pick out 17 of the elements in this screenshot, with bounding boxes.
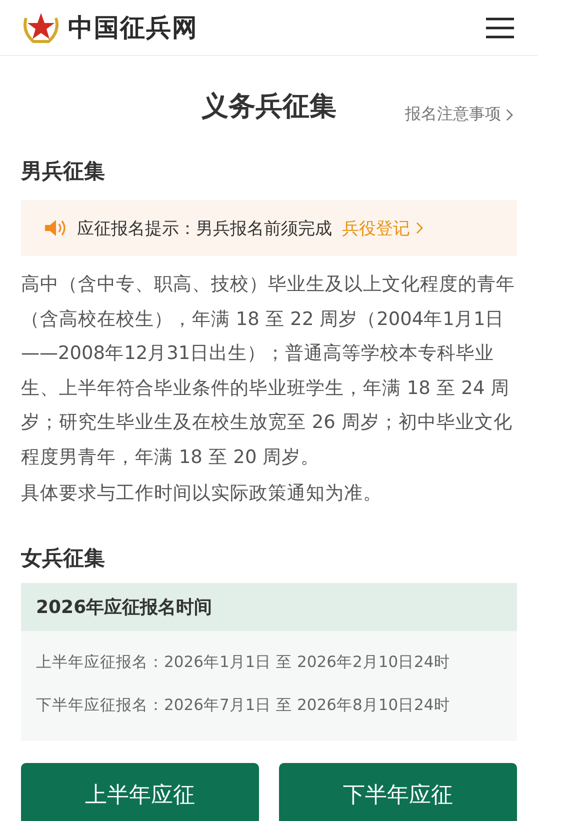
schedule-row-text: 上半年应征报名：2026年1月1日 至 2026年2月10日24时 [36, 652, 451, 673]
chevron-icon [416, 222, 423, 234]
site-logo-text[interactable]: 中国征兵网 [68, 11, 198, 44]
apply-button[interactable]: 下半年应征 [279, 763, 517, 821]
menu-icon[interactable] [486, 16, 514, 38]
speaker-icon [43, 218, 67, 238]
notice-text: 应征报名提示：男兵报名前须完成 [77, 218, 332, 240]
chevron-icon [506, 108, 513, 120]
section-heading: 男兵征集 [21, 158, 106, 185]
schedule-row-text: 下半年应征报名：2026年7月1日 至 2026年8月10日24时 [36, 695, 451, 716]
notice-link[interactable]: 报名注意事项 [405, 104, 513, 125]
card-title: 2026年应征报名时间 [21, 583, 517, 631]
policy-note: 具体要求与工作时间以实际政策通知为准。 [21, 482, 383, 506]
apply-button[interactable]: 上半年应征 [21, 763, 259, 821]
requirements-paragraph: 高中（含中专、职高、技校）毕业生及以上文化程度的青年（含高校在校生），年满 18 至 22 周岁（2004年1月1日——2008年12月31日出生）；普通高等学校本专科毕业生、上半年符合毕业条件的毕业班学生，年满 18 至 24 周岁；研究生毕业生及在校生放宽至 26 周岁；初中毕业文化程度男青年，年满 18 至 20 周岁。 [21, 273, 516, 470]
section-heading: 女兵征集 [21, 545, 106, 572]
page-title: 义务兵征集 [202, 90, 336, 124]
